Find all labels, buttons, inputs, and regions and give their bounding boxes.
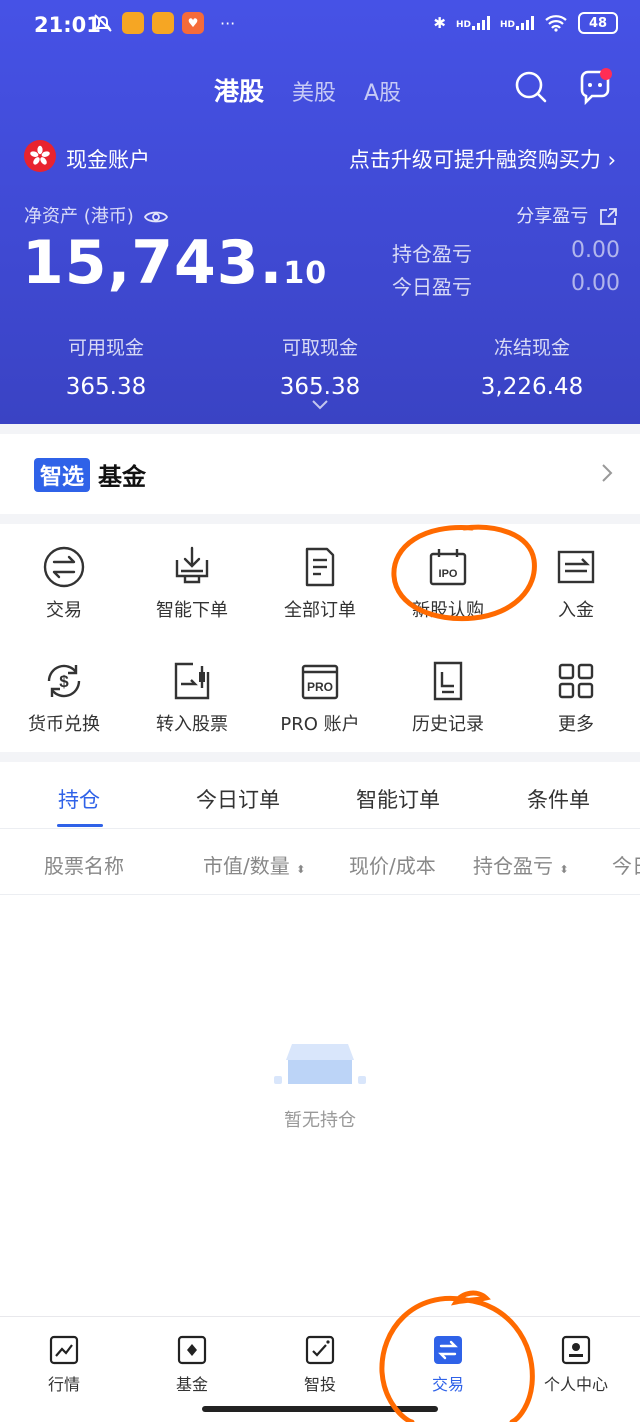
deposit-icon xyxy=(557,550,595,584)
message-icon[interactable] xyxy=(576,68,616,108)
exchange-icon xyxy=(43,546,85,588)
action-trade[interactable]: 交易 xyxy=(0,546,128,622)
nav-market[interactable]: 行情 xyxy=(14,1335,114,1395)
more-notifications: ··· xyxy=(220,13,236,33)
action-ipo[interactable]: IPO 新股认购 xyxy=(384,546,512,622)
today-pl: 今日盈亏 0.00 xyxy=(392,271,620,299)
app-notification-icon: ♥ xyxy=(182,12,204,34)
action-transfer-stock[interactable]: 转入股票 xyxy=(128,660,256,736)
market-tabs: 港股 美股 A股 xyxy=(214,72,401,108)
pro-icon: PRO xyxy=(301,664,339,700)
fund-badge: 智选 xyxy=(34,458,91,492)
mute-bell-icon xyxy=(94,14,112,32)
col-stock-name: 股票名称 xyxy=(44,854,124,878)
account-header: 21:01 ♥ ··· ✱ HD HD 48 港股 美股 A股 现金账户 点击升… xyxy=(0,0,640,424)
fund-icon xyxy=(177,1335,207,1365)
sort-icon: ⬍ xyxy=(296,863,306,876)
smart-invest-icon xyxy=(305,1335,335,1365)
position-pl: 持仓盈亏 0.00 xyxy=(392,238,620,266)
orders-icon xyxy=(305,547,335,587)
more-grid-icon xyxy=(558,663,594,699)
divider xyxy=(0,894,640,895)
signal-icon: HD xyxy=(500,16,534,30)
svg-text:$: $ xyxy=(59,672,69,691)
smart-order-icon xyxy=(175,546,209,584)
nav-trade[interactable]: 交易 xyxy=(398,1335,498,1395)
col-price-cost: 现价/成本 xyxy=(349,854,436,878)
quick-actions: 交易 智能下单 全部订单 IPO 新股认购 入金 $ 货币兑换 转入股票 PRO… xyxy=(0,524,640,752)
profile-icon xyxy=(561,1335,591,1365)
nav-smart-invest[interactable]: 智投 xyxy=(270,1335,370,1395)
currency-exchange-icon: $ xyxy=(47,664,81,698)
wifi-icon xyxy=(545,15,567,32)
ipo-icon: IPO xyxy=(429,549,467,586)
action-currency-exchange[interactable]: $ 货币兑换 xyxy=(0,660,128,736)
tab-positions[interactable]: 持仓 xyxy=(58,784,100,814)
search-icon[interactable] xyxy=(514,70,548,104)
tab-a-shares[interactable]: A股 xyxy=(364,75,401,107)
tab-smart-orders[interactable]: 智能订单 xyxy=(356,784,440,814)
withdrawable-cash: 可取现金 365.38 xyxy=(279,337,361,400)
battery-icon: 48 xyxy=(578,12,618,34)
hk-flag-icon xyxy=(24,140,56,172)
col-today: 今日 xyxy=(612,854,640,878)
chevron-right-icon: › xyxy=(607,148,616,172)
fund-banner[interactable]: 智选 基金 xyxy=(0,434,640,514)
app-notification-icon xyxy=(122,12,144,34)
tab-conditional-orders[interactable]: 条件单 xyxy=(527,784,590,814)
fund-banner-text: 基金 xyxy=(98,463,146,491)
upgrade-link[interactable]: 点击升级可提升融资购买力 › xyxy=(349,144,616,174)
transfer-stock-icon xyxy=(174,662,210,700)
net-assets-label: 净资产 (港币) xyxy=(24,202,168,228)
history-icon xyxy=(433,661,463,701)
empty-box-icon xyxy=(274,1044,366,1084)
active-tab-indicator xyxy=(57,824,103,827)
market-chart-icon xyxy=(49,1335,79,1365)
trade-icon xyxy=(434,1336,462,1364)
nav-profile[interactable]: 个人中心 xyxy=(526,1335,626,1395)
account-row[interactable]: 现金账户 点击升级可提升融资购买力 › xyxy=(24,140,616,176)
tab-hk-stocks[interactable]: 港股 xyxy=(214,72,264,108)
empty-state-text: 暂无持仓 xyxy=(284,1110,356,1131)
svg-text:IPO: IPO xyxy=(439,568,458,580)
tab-today-orders[interactable]: 今日订单 xyxy=(196,784,280,814)
action-more[interactable]: 更多 xyxy=(512,660,640,736)
action-pro-account[interactable]: PRO PRO 账户 xyxy=(256,660,384,736)
notification-icons: ♥ ··· xyxy=(92,12,235,34)
app-notification-icon xyxy=(152,12,174,34)
chevron-right-icon xyxy=(602,464,613,482)
bluetooth-icon: ✱ xyxy=(433,14,446,32)
signal-icon: HD xyxy=(456,16,490,30)
action-all-orders[interactable]: 全部订单 xyxy=(256,546,384,622)
share-pl-button[interactable]: 分享盈亏 xyxy=(516,202,618,228)
svg-text:PRO: PRO xyxy=(307,680,333,694)
eye-icon[interactable] xyxy=(143,209,168,225)
action-deposit[interactable]: 入金 xyxy=(512,546,640,622)
frozen-cash: 冻结现金 3,226.48 xyxy=(480,337,584,400)
col-market-value[interactable]: 市值/数量 ⬍ xyxy=(203,850,305,879)
account-name: 现金账户 xyxy=(66,148,150,172)
status-bar: 21:01 ♥ ··· ✱ HD HD 48 xyxy=(0,0,640,50)
action-history[interactable]: 历史记录 xyxy=(384,660,512,736)
share-icon xyxy=(600,208,617,225)
system-indicators: ✱ HD HD 48 xyxy=(433,12,618,34)
action-smart-order[interactable]: 智能下单 xyxy=(128,546,256,622)
available-cash: 可用现金 365.38 xyxy=(65,337,147,400)
chevron-down-icon[interactable] xyxy=(310,398,330,412)
net-assets-value: 15,743.10 xyxy=(22,228,328,298)
col-position-pl[interactable]: 持仓盈亏 ⬍ xyxy=(473,850,569,879)
divider xyxy=(0,828,640,829)
sort-icon: ⬍ xyxy=(559,863,569,876)
nav-fund[interactable]: 基金 xyxy=(142,1335,242,1395)
tab-us-stocks[interactable]: 美股 xyxy=(292,75,336,107)
home-indicator[interactable] xyxy=(202,1406,438,1412)
status-time: 21:01 xyxy=(34,13,101,37)
